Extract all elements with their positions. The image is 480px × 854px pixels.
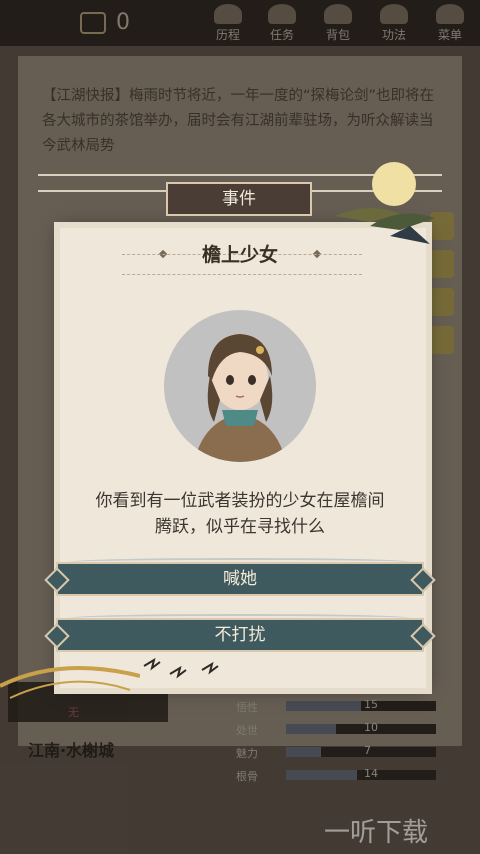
watermark: 一听下载 xyxy=(324,818,429,848)
character-portrait xyxy=(164,310,316,462)
event-description: 你看到有一位武者装扮的少女在屋檐间腾跃，似乎在寻找什么 xyxy=(95,491,385,537)
birds-ornament xyxy=(143,657,219,679)
heading-rule xyxy=(122,274,362,275)
girl-portrait-icon xyxy=(194,334,286,462)
option-call-her-button[interactable]: 喊她 xyxy=(56,562,424,596)
event-title: 檐上少女 xyxy=(201,244,278,266)
dialog-category: 事件 xyxy=(166,182,312,216)
bamboo-leaves-ornament xyxy=(335,207,435,244)
brush-stroke-ornament xyxy=(0,666,140,699)
